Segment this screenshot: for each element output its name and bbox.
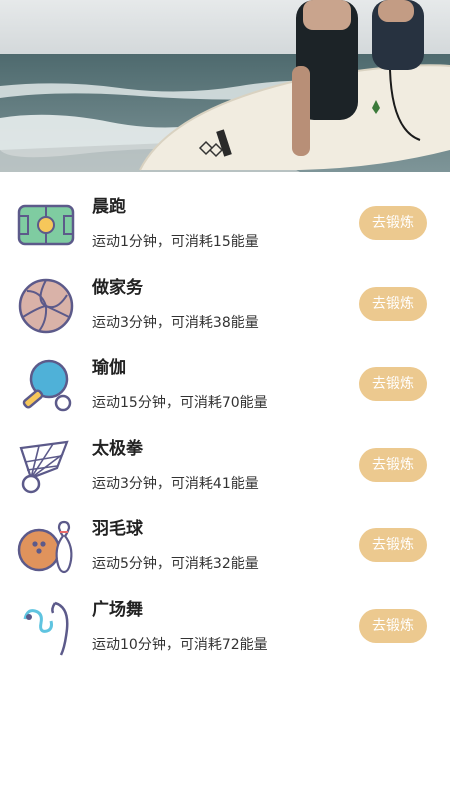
banner-image [0,0,450,172]
list-item: 瑜伽 运动15分钟，可消耗70能量 去锻炼 [0,333,450,414]
list-item: 广场舞 运动10分钟，可消耗72能量 去锻炼 [0,575,450,656]
item-description: 运动15分钟，可消耗70能量 [92,395,268,411]
start-exercise-button[interactable]: 去锻炼 [359,608,427,643]
item-title: 太极拳 [92,438,143,459]
item-title: 晨跑 [92,197,126,217]
start-exercise-button[interactable]: 去锻炼 [359,206,427,240]
ribbon-dance-icon [17,599,75,657]
item-title: 瑜伽 [92,358,126,378]
item-description: 运动5分钟，可消耗32能量 [92,556,259,572]
item-title: 做家务 [92,277,143,298]
start-exercise-button[interactable]: 去锻炼 [359,286,427,321]
list-item: 羽毛球 运动5分钟，可消耗32能量 去锻炼 [0,494,450,575]
shuttlecock-icon [17,438,75,496]
item-title: 广场舞 [92,599,143,620]
list-item: 太极拳 运动3分钟，可消耗41能量 去锻炼 [0,414,450,495]
item-description: 运动3分钟，可消耗41能量 [92,475,259,492]
item-description: 运动3分钟，可消耗38能量 [92,314,259,331]
list-item: 做家务 运动3分钟，可消耗38能量 去锻炼 [0,253,450,334]
bowling-icon [17,518,75,576]
volleyball-icon [17,277,75,335]
start-exercise-button[interactable]: 去锻炼 [359,367,427,401]
item-description: 运动1分钟，可消耗15能量 [92,234,259,250]
list-item: 晨跑 运动1分钟，可消耗15能量 去锻炼 [0,172,450,253]
start-exercise-button[interactable]: 去锻炼 [359,528,427,562]
activity-list: 晨跑 运动1分钟，可消耗15能量 去锻炼 做家务 运动3分钟，可消耗38能量 去… [0,172,450,656]
ping-pong-icon [17,357,75,415]
soccer-field-icon [17,196,75,254]
item-title: 羽毛球 [92,519,143,539]
start-exercise-button[interactable]: 去锻炼 [359,447,427,482]
item-description: 运动10分钟，可消耗72能量 [92,636,268,653]
